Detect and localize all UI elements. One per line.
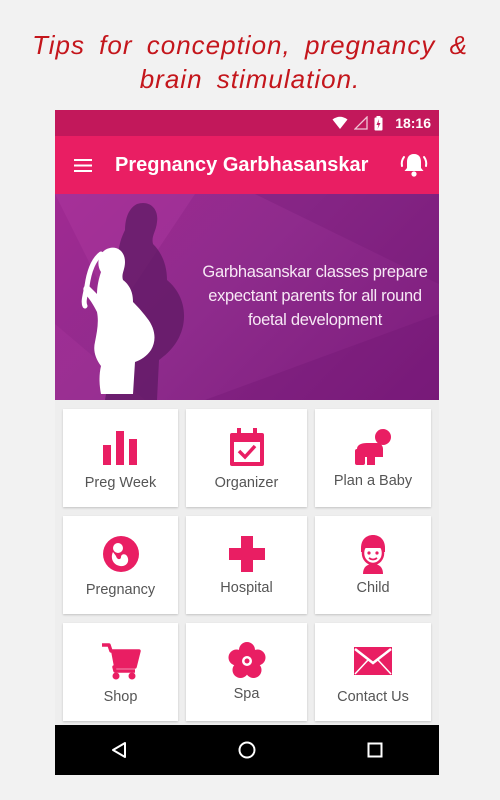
medical-cross-icon xyxy=(228,536,265,572)
tile-shop[interactable]: Shop xyxy=(63,623,178,721)
ringing-bell-icon xyxy=(400,154,428,177)
tile-preg-week[interactable]: Preg Week xyxy=(63,409,178,507)
crawling-baby-icon xyxy=(355,429,391,465)
hamburger-menu-icon xyxy=(74,159,92,172)
pregnant-woman-silhouette-icon xyxy=(81,202,185,400)
banner-line-1: Garbhasanskar classes prepare xyxy=(202,263,428,281)
tile-label: Child xyxy=(356,580,390,596)
tile-plan-a-baby[interactable]: Plan a Baby xyxy=(315,409,431,507)
wifi-icon xyxy=(332,116,348,129)
hero-banner: Garbhasanskar classes prepare expectant … xyxy=(55,194,439,400)
fetus-icon xyxy=(102,536,139,572)
tile-label: Contact Us xyxy=(337,689,409,705)
tile-label: Preg Week xyxy=(84,475,157,491)
home-button[interactable] xyxy=(217,725,277,775)
envelope-icon xyxy=(354,647,392,675)
tile-label: Shop xyxy=(103,689,138,705)
recents-button[interactable] xyxy=(345,725,405,775)
status-time: 18:16 xyxy=(395,115,431,131)
app-title: Pregnancy Garbhasanskar xyxy=(115,153,369,176)
tile-label: Organizer xyxy=(214,475,279,491)
back-button[interactable] xyxy=(89,725,149,775)
notification-button[interactable] xyxy=(389,136,439,194)
calendar-check-icon xyxy=(229,428,264,466)
banner-line-2: expectant parents for all round xyxy=(208,287,422,305)
banner-caption: Garbhasanskar classes prepare expectant … xyxy=(195,260,435,332)
tile-hospital[interactable]: Hospital xyxy=(186,516,307,614)
menu-button[interactable] xyxy=(55,136,111,194)
bar-chart-icon xyxy=(102,431,137,465)
tagline-line-1: Tips for conception, pregnancy & xyxy=(32,30,468,60)
banner-line-3: foetal development xyxy=(247,311,383,329)
tile-label: Hospital xyxy=(220,580,273,596)
tile-pregnancy[interactable]: Pregnancy xyxy=(63,516,178,614)
shopping-cart-icon xyxy=(101,643,141,680)
app-bar: Pregnancy Garbhasanskar xyxy=(55,136,439,194)
system-navigation-bar xyxy=(55,725,439,775)
tagline-line-2: brain stimulation. xyxy=(139,64,361,94)
child-face-icon xyxy=(361,535,385,574)
tile-organizer[interactable]: Organizer xyxy=(186,409,307,507)
tile-spa[interactable]: Spa xyxy=(186,623,307,721)
back-triangle-icon xyxy=(112,742,126,758)
battery-charging-icon xyxy=(374,115,383,130)
recents-square-icon xyxy=(367,742,383,758)
cellular-signal-icon xyxy=(354,116,368,130)
tile-contact-us[interactable]: Contact Us xyxy=(315,623,431,721)
phone-screen: 18:16 Pregnancy Garbhasanskar Garbhasans… xyxy=(55,110,439,775)
home-circle-icon xyxy=(238,741,256,759)
tile-label: Spa xyxy=(233,686,260,702)
tile-label: Pregnancy xyxy=(85,582,156,598)
status-bar: 18:16 xyxy=(55,110,439,136)
feature-grid: Preg Week Organizer Plan a Baby Pregnanc… xyxy=(55,400,439,725)
flower-icon xyxy=(228,642,265,678)
promo-tagline: Tips for conception, pregnancy & brain s… xyxy=(0,28,500,96)
tile-label: Plan a Baby xyxy=(333,473,413,489)
tile-child[interactable]: Child xyxy=(315,516,431,614)
